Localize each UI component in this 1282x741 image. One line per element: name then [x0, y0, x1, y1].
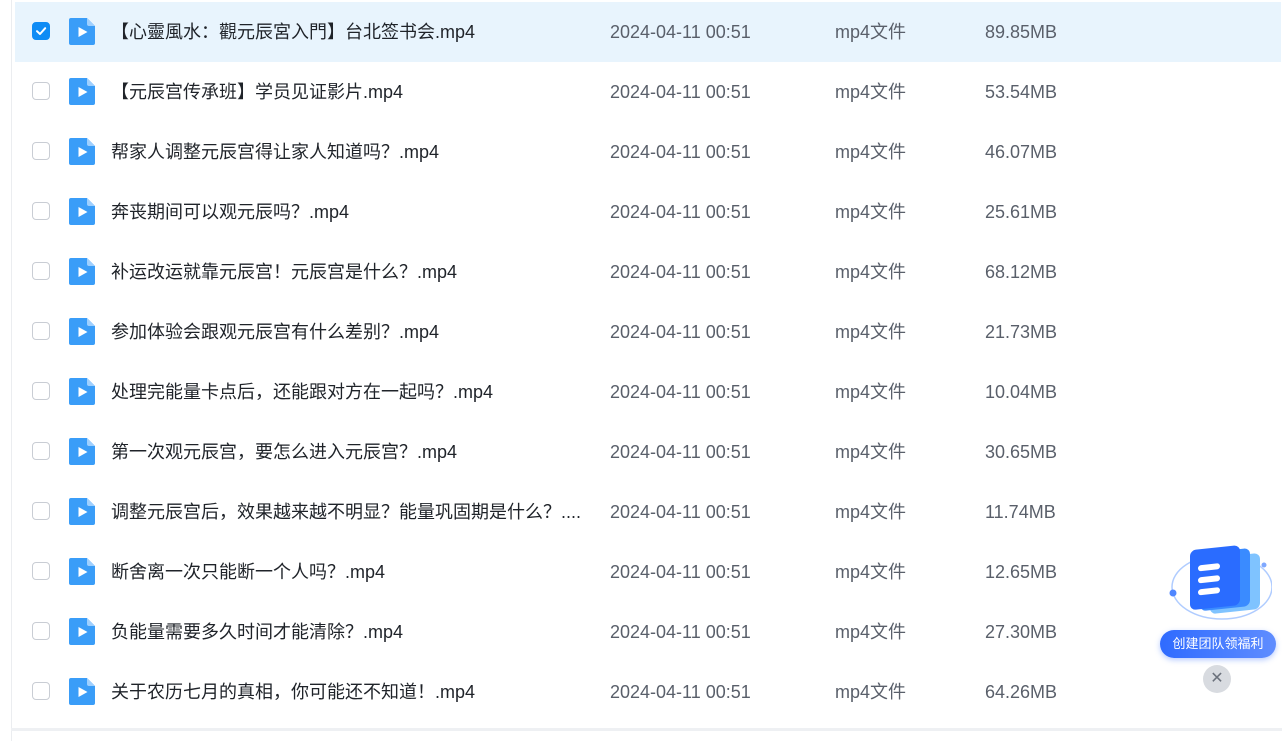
file-row[interactable]: 关于农历七月的真相，你可能还不知道！.mp4 2024-04-11 00:51 …	[15, 662, 1281, 722]
file-date: 2024-04-11 00:51	[610, 682, 751, 702]
video-file-icon	[69, 78, 95, 105]
team-document-icon	[1169, 545, 1272, 620]
file-list: 【心靈風水：觀元辰宮入門】台北签书会.mp4 2024-04-11 00:51 …	[15, 2, 1281, 722]
row-checkbox[interactable]	[32, 442, 50, 460]
video-file-icon	[69, 438, 95, 465]
file-name[interactable]: 断舍离一次只能断一个人吗？.mp4	[111, 561, 583, 583]
file-list-page: 【心靈風水：觀元辰宮入門】台北签书会.mp4 2024-04-11 00:51 …	[0, 0, 1282, 741]
video-file-icon	[69, 18, 95, 45]
file-type: mp4文件	[835, 682, 907, 702]
video-file-icon	[69, 558, 95, 585]
row-checkbox[interactable]	[32, 262, 50, 280]
file-size: 12.65MB	[985, 562, 1058, 582]
file-date: 2024-04-11 00:51	[610, 142, 751, 162]
file-type: mp4文件	[835, 382, 907, 402]
file-row[interactable]: 调整元辰宫后，效果越来越不明显？能量巩固期是什么？.... 2024-04-11…	[15, 482, 1281, 542]
file-type: mp4文件	[835, 322, 907, 342]
file-type: mp4文件	[835, 82, 907, 102]
file-date: 2024-04-11 00:51	[610, 262, 751, 282]
file-row[interactable]: 负能量需要多久时间才能清除？.mp4 2024-04-11 00:51 mp4文…	[15, 602, 1281, 662]
team-promo-label[interactable]: 创建团队领福利	[1160, 630, 1276, 658]
file-name[interactable]: 【元辰宫传承班】学员见证影片.mp4	[111, 81, 583, 103]
file-size: 27.30MB	[985, 622, 1058, 642]
file-type: mp4文件	[835, 442, 907, 462]
file-date: 2024-04-11 00:51	[610, 202, 751, 222]
file-type: mp4文件	[835, 262, 907, 282]
bottom-divider	[11, 728, 1282, 731]
row-checkbox[interactable]	[32, 502, 50, 520]
row-checkbox[interactable]	[32, 322, 50, 340]
file-type: mp4文件	[835, 622, 907, 642]
row-checkbox[interactable]	[32, 682, 50, 700]
checkmark-icon	[36, 27, 47, 35]
file-type: mp4文件	[835, 202, 907, 222]
file-size: 64.26MB	[985, 682, 1058, 702]
file-row[interactable]: 补运改运就靠元辰宫！元辰宫是什么？.mp4 2024-04-11 00:51 m…	[15, 242, 1281, 302]
video-file-icon	[69, 318, 95, 345]
file-name[interactable]: 奔丧期间可以观元辰吗？.mp4	[111, 201, 583, 223]
file-row[interactable]: 奔丧期间可以观元辰吗？.mp4 2024-04-11 00:51 mp4文件 2…	[15, 182, 1281, 242]
row-checkbox[interactable]	[32, 22, 50, 40]
video-file-icon	[69, 258, 95, 285]
file-size: 89.85MB	[985, 22, 1058, 42]
file-date: 2024-04-11 00:51	[610, 382, 751, 402]
row-checkbox[interactable]	[32, 382, 50, 400]
file-size: 30.65MB	[985, 442, 1058, 462]
file-row[interactable]: 帮家人调整元辰宫得让家人知道吗？.mp4 2024-04-11 00:51 mp…	[15, 122, 1281, 182]
row-checkbox[interactable]	[32, 622, 50, 640]
file-name[interactable]: 关于农历七月的真相，你可能还不知道！.mp4	[111, 681, 583, 703]
file-name[interactable]: 【心靈風水：觀元辰宮入門】台北签书会.mp4	[111, 21, 583, 43]
file-name[interactable]: 第一次观元辰宫，要怎么进入元辰宫？.mp4	[111, 441, 583, 463]
team-promo-widget[interactable]: 创建团队领福利 ✕	[1158, 545, 1278, 695]
file-size: 21.73MB	[985, 322, 1058, 342]
file-row[interactable]: 第一次观元辰宫，要怎么进入元辰宫？.mp4 2024-04-11 00:51 m…	[15, 422, 1281, 482]
file-date: 2024-04-11 00:51	[610, 22, 751, 42]
file-name[interactable]: 处理完能量卡点后，还能跟对方在一起吗？.mp4	[111, 381, 583, 403]
close-icon[interactable]: ✕	[1203, 665, 1231, 693]
file-type: mp4文件	[835, 22, 907, 42]
file-row[interactable]: 参加体验会跟观元辰宫有什么差别？.mp4 2024-04-11 00:51 mp…	[15, 302, 1281, 362]
file-type: mp4文件	[835, 562, 907, 582]
row-checkbox[interactable]	[32, 562, 50, 580]
file-size: 25.61MB	[985, 202, 1058, 222]
file-name[interactable]: 参加体验会跟观元辰宫有什么差别？.mp4	[111, 321, 583, 343]
file-row[interactable]: 处理完能量卡点后，还能跟对方在一起吗？.mp4 2024-04-11 00:51…	[15, 362, 1281, 422]
file-name[interactable]: 调整元辰宫后，效果越来越不明显？能量巩固期是什么？....	[111, 501, 583, 523]
video-file-icon	[69, 678, 95, 705]
file-date: 2024-04-11 00:51	[610, 442, 751, 462]
file-date: 2024-04-11 00:51	[610, 502, 751, 522]
file-date: 2024-04-11 00:51	[610, 562, 751, 582]
file-size: 68.12MB	[985, 262, 1058, 282]
file-type: mp4文件	[835, 142, 907, 162]
video-file-icon	[69, 138, 95, 165]
file-date: 2024-04-11 00:51	[610, 82, 751, 102]
file-size: 46.07MB	[985, 142, 1058, 162]
video-file-icon	[69, 198, 95, 225]
file-size: 11.74MB	[985, 502, 1056, 522]
file-name[interactable]: 负能量需要多久时间才能清除？.mp4	[111, 621, 583, 643]
file-size: 53.54MB	[985, 82, 1058, 102]
file-row[interactable]: 【元辰宫传承班】学员见证影片.mp4 2024-04-11 00:51 mp4文…	[15, 62, 1281, 122]
file-size: 10.04MB	[985, 382, 1058, 402]
row-checkbox[interactable]	[32, 202, 50, 220]
left-divider	[11, 0, 12, 741]
file-date: 2024-04-11 00:51	[610, 322, 751, 342]
file-date: 2024-04-11 00:51	[610, 622, 751, 642]
video-file-icon	[69, 618, 95, 645]
file-row[interactable]: 【心靈風水：觀元辰宮入門】台北签书会.mp4 2024-04-11 00:51 …	[15, 2, 1281, 62]
video-file-icon	[69, 498, 95, 525]
file-name[interactable]: 帮家人调整元辰宫得让家人知道吗？.mp4	[111, 141, 583, 163]
video-file-icon	[69, 378, 95, 405]
file-type: mp4文件	[835, 502, 907, 522]
row-checkbox[interactable]	[32, 82, 50, 100]
file-row[interactable]: 断舍离一次只能断一个人吗？.mp4 2024-04-11 00:51 mp4文件…	[15, 542, 1281, 602]
file-name[interactable]: 补运改运就靠元辰宫！元辰宫是什么？.mp4	[111, 261, 583, 283]
row-checkbox[interactable]	[32, 142, 50, 160]
